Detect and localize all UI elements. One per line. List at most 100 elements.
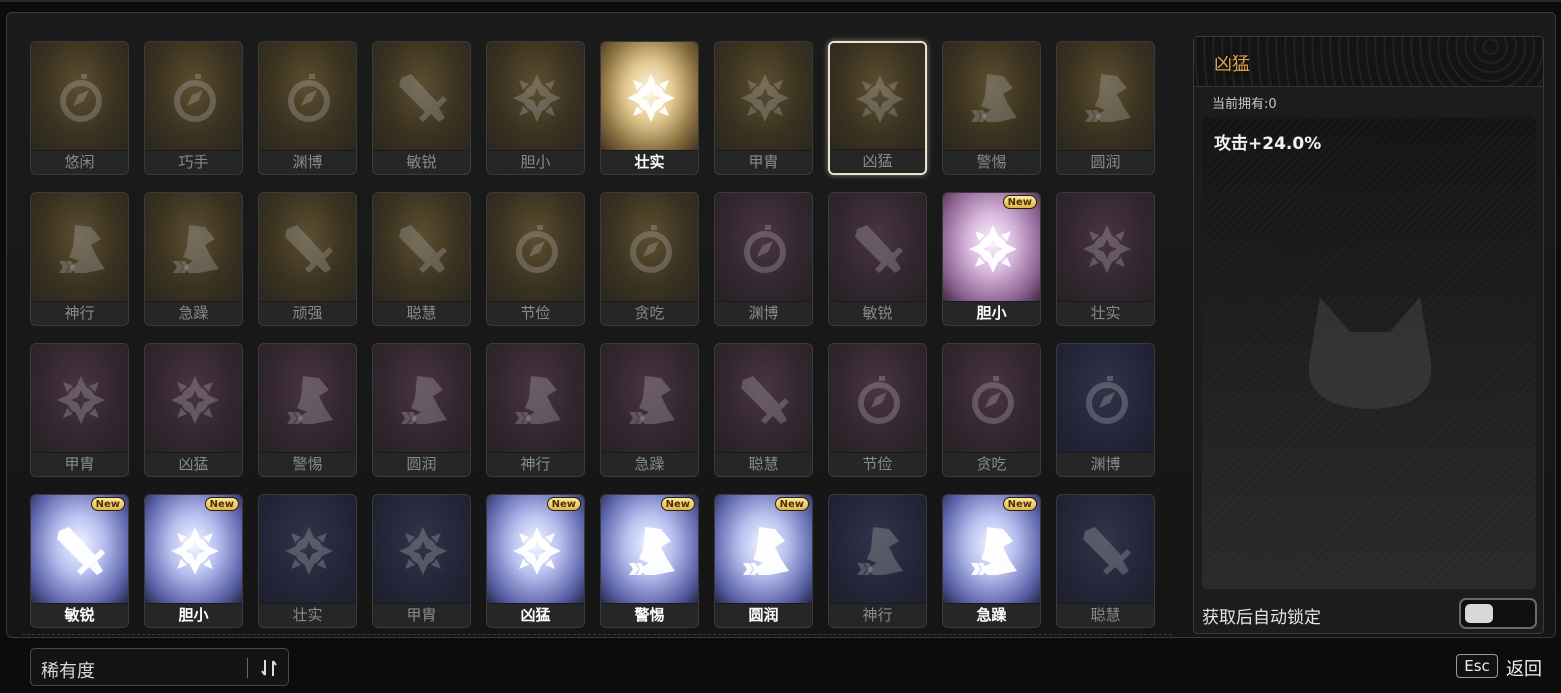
trait-card[interactable]: 顽强 (258, 192, 357, 326)
card-art (487, 344, 584, 454)
boot-icon (629, 527, 675, 575)
trait-card[interactable]: 神行 (30, 192, 129, 326)
card-art (373, 193, 470, 303)
card-art (1057, 193, 1154, 303)
star-emblem-icon (57, 376, 105, 424)
card-label: 圆润 (1057, 150, 1154, 174)
trait-card[interactable]: 急躁 (144, 192, 243, 326)
trait-card[interactable]: 甲胄 (30, 343, 129, 477)
trait-card[interactable]: 警惕 New (600, 494, 699, 628)
trait-card[interactable]: 壮实 (258, 494, 357, 628)
new-badge: New (660, 497, 695, 511)
card-label: 节俭 (829, 452, 926, 476)
card-art (259, 42, 356, 152)
back-button[interactable]: 返回 (1506, 655, 1542, 681)
card-label: 壮实 (1057, 301, 1154, 325)
sword-icon (855, 225, 903, 273)
owned-count: 当前拥有:0 (1212, 97, 1277, 112)
card-label: 贪吃 (601, 301, 698, 325)
compass-icon (971, 376, 1014, 424)
sword-icon (285, 225, 333, 273)
card-label: 顽强 (259, 301, 356, 325)
card-label: 警惕 (259, 452, 356, 476)
trait-card[interactable]: 渊博 (1056, 343, 1155, 477)
boot-icon (287, 376, 333, 424)
trait-card[interactable]: 凶猛 New (486, 494, 585, 628)
trait-card[interactable]: 神行 (828, 494, 927, 628)
trait-card[interactable]: 圆润 (1056, 41, 1155, 175)
trait-card[interactable]: 渊博 (714, 192, 813, 326)
card-art (31, 42, 128, 152)
auto-lock-toggle[interactable] (1459, 598, 1537, 629)
trait-card[interactable]: 神行 (486, 343, 585, 477)
new-badge: New (90, 497, 125, 511)
trait-card[interactable]: 圆润 (372, 343, 471, 477)
card-art (259, 193, 356, 303)
sort-order-icon[interactable] (259, 658, 279, 678)
compass-icon (629, 225, 672, 273)
trait-card[interactable]: 聪慧 (714, 343, 813, 477)
trait-card[interactable]: 急躁 (600, 343, 699, 477)
card-art (145, 42, 242, 152)
card-label: 甲胄 (373, 603, 470, 627)
top-edge (0, 0, 1561, 2)
trait-card[interactable]: 聪慧 (372, 192, 471, 326)
trait-card[interactable]: 凶猛 (144, 343, 243, 477)
card-label: 渊博 (715, 301, 812, 325)
trait-card[interactable]: 敏锐 (372, 41, 471, 175)
card-art (145, 193, 242, 303)
compass-icon (173, 74, 216, 122)
esc-key-hint: Esc (1456, 654, 1498, 678)
star-emblem-icon (1083, 225, 1131, 273)
trait-card[interactable]: 敏锐 (828, 192, 927, 326)
trait-card[interactable]: 渊博 (258, 41, 357, 175)
card-art (601, 42, 698, 152)
trait-card[interactable]: 甲胄 (714, 41, 813, 175)
card-label: 胆小 (487, 150, 584, 174)
trait-card[interactable]: 警惕 (258, 343, 357, 477)
card-label: 敏锐 (373, 150, 470, 174)
trait-card[interactable]: 悠闲 (30, 41, 129, 175)
sword-icon (1083, 527, 1131, 575)
sort-dropdown[interactable]: 稀有度 (30, 648, 289, 686)
compass-icon (743, 225, 786, 273)
boot-icon (857, 527, 903, 575)
card-art (31, 193, 128, 303)
trait-card[interactable]: 胆小 New (942, 192, 1041, 326)
trait-card[interactable]: 聪慧 (1056, 494, 1155, 628)
trait-card[interactable]: 节俭 (486, 192, 585, 326)
trait-card[interactable]: 胆小 (486, 41, 585, 175)
card-label: 警惕 (943, 150, 1040, 174)
card-label: 甲胄 (715, 150, 812, 174)
card-label: 巧手 (145, 150, 242, 174)
card-label: 悠闲 (31, 150, 128, 174)
trait-card[interactable]: 警惕 (942, 41, 1041, 175)
sword-icon (399, 74, 447, 122)
trait-card[interactable]: 圆润 New (714, 494, 813, 628)
card-label: 神行 (829, 603, 926, 627)
trait-card[interactable]: 壮实 (1056, 192, 1155, 326)
trait-card[interactable]: 壮实 (600, 41, 699, 175)
trait-card[interactable]: 巧手 (144, 41, 243, 175)
trait-card[interactable]: 凶猛 (828, 41, 927, 175)
card-label: 凶猛 (487, 603, 584, 627)
effect-text: 攻击+24.0% (1214, 134, 1322, 154)
trait-card[interactable]: 贪吃 (600, 192, 699, 326)
divider (22, 634, 1172, 635)
card-art (259, 344, 356, 454)
trait-card[interactable]: 胆小 New (144, 494, 243, 628)
card-art (829, 495, 926, 605)
detail-title: 凶猛 (1214, 54, 1250, 75)
boot-icon (1085, 74, 1131, 122)
new-badge: New (546, 497, 581, 511)
trait-card[interactable]: 急躁 New (942, 494, 1041, 628)
card-art (145, 344, 242, 454)
trait-card[interactable]: 贪吃 (942, 343, 1041, 477)
trait-card[interactable]: 敏锐 New (30, 494, 129, 628)
trait-card[interactable]: 甲胄 (372, 494, 471, 628)
trait-card[interactable]: 节俭 (828, 343, 927, 477)
new-badge: New (1002, 497, 1037, 511)
card-label: 壮实 (259, 603, 356, 627)
card-label: 急躁 (943, 603, 1040, 627)
card-label: 聪慧 (373, 301, 470, 325)
